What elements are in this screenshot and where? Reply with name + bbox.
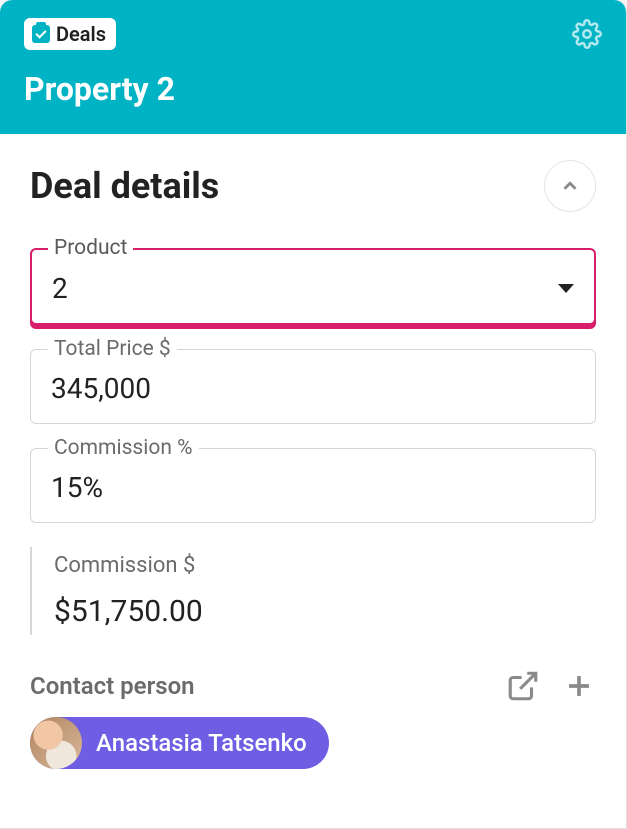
commission-pct-field-wrap: Commission % 15% [30,448,596,523]
caret-down-icon [558,284,574,293]
avatar [30,717,82,769]
open-external-icon[interactable] [506,669,540,703]
commission-pct-label: Commission % [48,436,199,460]
clipboard-check-icon [32,25,50,43]
contact-actions [506,669,596,703]
product-value: 2 [52,272,68,305]
gear-icon[interactable] [572,19,602,49]
commission-pct-value: 15% [51,471,103,504]
plus-icon[interactable] [562,669,596,703]
panel-header: Deals Property 2 [0,0,626,134]
contact-name: Anastasia Tatsenko [96,729,307,757]
commission-amt-value: $51,750.00 [54,594,596,629]
commission-amt-block: Commission $ $51,750.00 [30,547,596,635]
collapse-button[interactable] [544,160,596,212]
deals-chip-label: Deals [56,22,106,46]
page-title: Property 2 [24,70,602,108]
panel-body: Deal details Product 2 Total Price $ 345… [0,134,626,793]
header-top-row: Deals [24,18,602,50]
section-title: Deal details [30,165,219,207]
deal-panel: Deals Property 2 Deal details Product [0,0,627,829]
contact-chip[interactable]: Anastasia Tatsenko [30,717,329,769]
section-header: Deal details [30,160,596,212]
product-label: Product [48,236,133,260]
contact-person-label: Contact person [30,672,195,700]
total-price-value: 345,000 [51,372,151,405]
total-price-label: Total Price $ [48,337,177,361]
product-field-wrap: Product 2 [30,248,596,325]
chevron-up-icon [559,175,581,197]
contact-person-row: Contact person [30,669,596,703]
total-price-field-wrap: Total Price $ 345,000 [30,349,596,424]
commission-amt-label: Commission $ [54,553,596,578]
deals-chip[interactable]: Deals [24,18,116,50]
